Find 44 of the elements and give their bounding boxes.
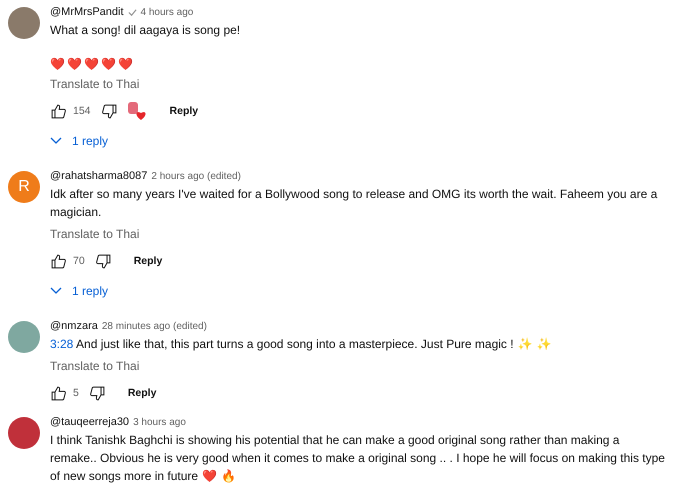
avatar-photo[interactable] — [8, 7, 40, 39]
like-button[interactable] — [50, 102, 67, 120]
reply-button[interactable]: Reply — [162, 101, 206, 121]
emoji: 🔥 — [221, 469, 236, 483]
author-name[interactable]: @rahatsharma8087 — [50, 170, 148, 182]
emoji: ❤ — [84, 57, 99, 71]
like-button[interactable] — [50, 252, 67, 270]
author-name[interactable]: @nmzara — [50, 320, 98, 332]
timestamp-link[interactable]: 3:28 — [50, 337, 74, 351]
dislike-button[interactable] — [94, 252, 112, 270]
like-button[interactable] — [50, 384, 67, 402]
emoji: ✨ — [536, 337, 552, 351]
comment-text: Idk after so many years I've waited for a Bollywood song to release and OMG its worth the wait. Faheem you are a magician. — [50, 186, 658, 221]
avatar-photo[interactable] — [8, 417, 40, 449]
like-count: 70 — [73, 255, 85, 267]
translate-link[interactable]: Translate to Thai — [50, 77, 140, 91]
chevron-down-icon — [50, 137, 62, 145]
like-count: 5 — [73, 387, 79, 399]
dislike-button[interactable] — [88, 384, 106, 402]
comment-time[interactable]: 2 hours ago (edited) — [151, 170, 241, 182]
emoji: ❤ — [101, 57, 116, 71]
comment-text: 3:28 And just like that, this part turns a good song into a masterpiece. Just Pure magic ! ✨ ✨ — [50, 336, 553, 353]
chevron-down-icon — [50, 287, 62, 295]
author-name[interactable]: @MrMrsPandit — [50, 6, 124, 18]
emoji: ❤ — [202, 469, 218, 483]
avatar-photo[interactable] — [8, 321, 40, 353]
comment-time[interactable]: 3 hours ago — [133, 416, 186, 428]
comment-time[interactable]: 4 hours ago — [140, 6, 194, 18]
comment-text: I think Tanishk Baghchi is showing his potential that he can make a good original song rather than making a remake.. Obvious he is very good when it comes to make a original song .. . I hope he will focus on making this type of new songs more in future ❤ 🔥 — [50, 432, 666, 485]
translate-link[interactable]: Translate to Thai — [50, 359, 140, 373]
reply-button[interactable]: Reply — [120, 383, 164, 403]
author-name[interactable]: @tauqeerreja30 — [50, 416, 130, 428]
emoji: ❤ — [67, 57, 82, 71]
translate-link[interactable]: Translate to Thai — [50, 227, 140, 241]
dislike-button[interactable] — [100, 102, 118, 120]
emoji: ❤ — [118, 57, 133, 71]
replies-toggle[interactable]: 1 reply — [50, 132, 112, 150]
like-count: 154 — [73, 105, 91, 117]
emoji: ❤ — [50, 57, 65, 71]
replies-toggle[interactable]: 1 reply — [50, 282, 112, 300]
reply-button[interactable]: Reply — [126, 251, 170, 271]
comment-text: What a song! dil aagaya is song pe! — [50, 22, 242, 39]
comment-time[interactable]: 28 minutes ago (edited) — [102, 320, 207, 332]
emoji: ✨ — [518, 337, 533, 351]
